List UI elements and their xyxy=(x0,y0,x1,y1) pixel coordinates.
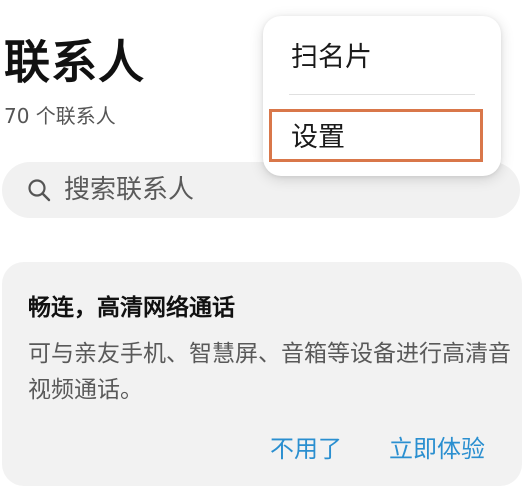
try-now-button[interactable]: 立即体验 xyxy=(389,432,485,466)
search-placeholder: 搜索联系人 xyxy=(64,175,195,205)
menu-item-scan-card[interactable]: 扫名片 xyxy=(291,38,372,78)
popup-menu: 扫名片 设置 xyxy=(263,16,501,176)
menu-item-settings[interactable]: 设置 xyxy=(291,118,345,158)
page-title: 联系人 xyxy=(4,35,145,89)
promo-description: 可与亲友手机、智慧屏、音箱等设备进行高清音视频通话。 xyxy=(28,341,511,403)
search-icon xyxy=(26,177,52,203)
dismiss-button[interactable]: 不用了 xyxy=(270,432,342,466)
promo-title: 畅连，高清网络通话 xyxy=(28,295,235,321)
menu-divider xyxy=(289,94,475,95)
contact-count: 70 个联系人 xyxy=(4,104,116,128)
promo-card: 畅连，高清网络通话 可与亲友手机、智慧屏、音箱等设备进行高清音视频通话。 不用了… xyxy=(2,262,522,486)
